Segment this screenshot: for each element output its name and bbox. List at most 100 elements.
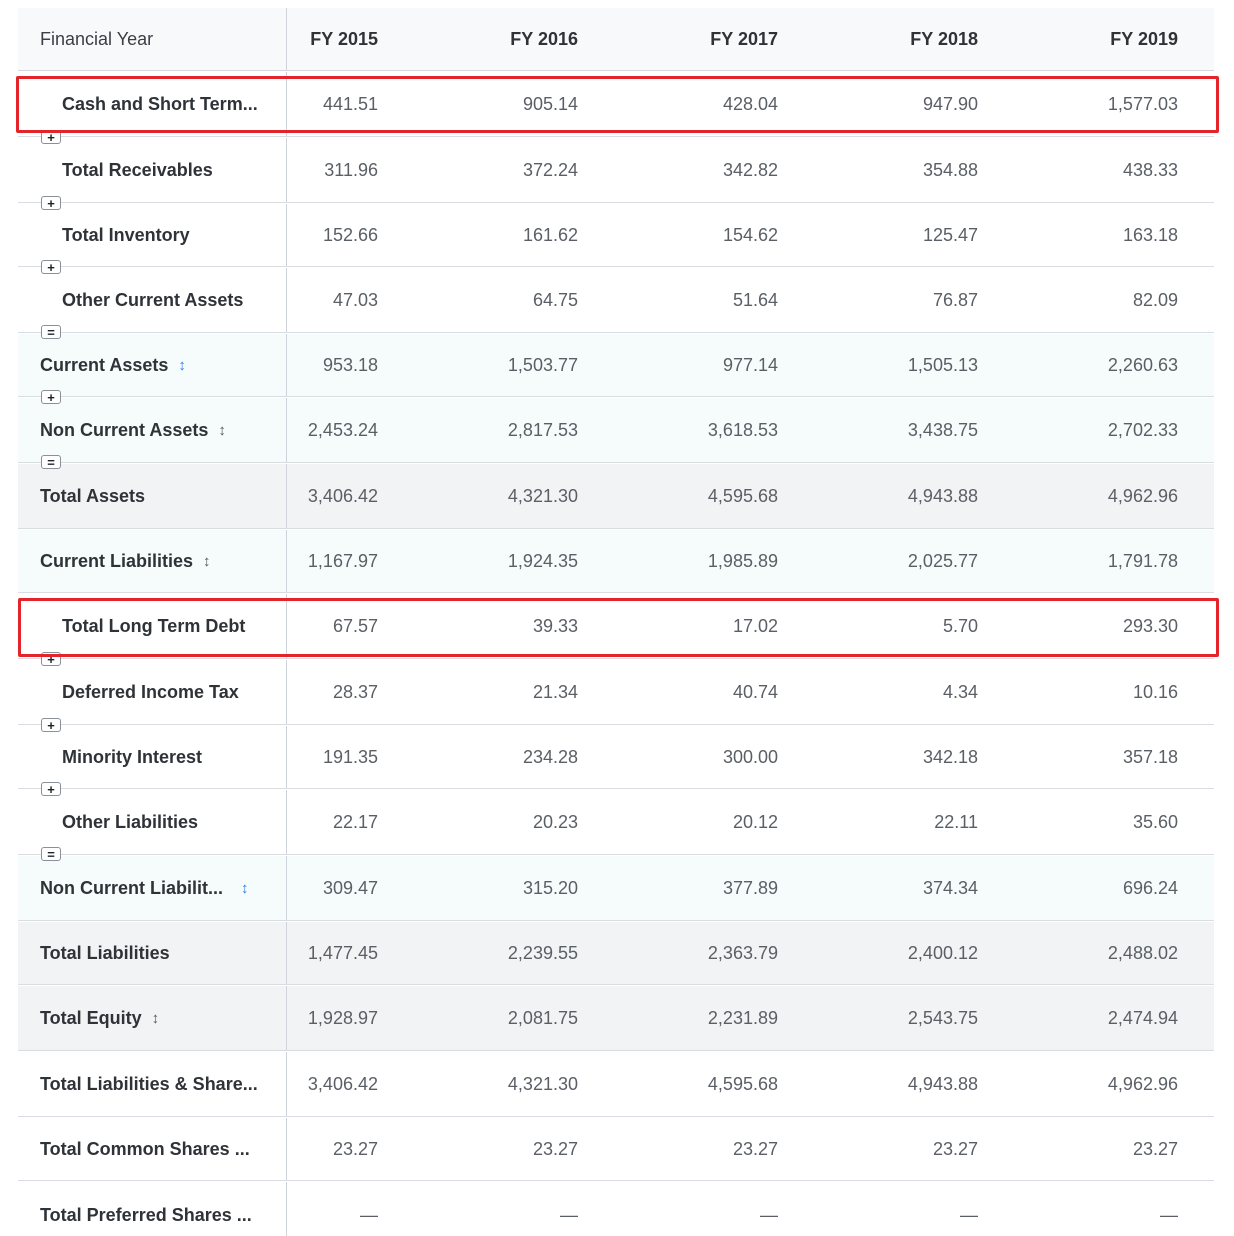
plus-operator-icon: + (41, 782, 61, 796)
row-deferred-income-tax: Deferred Income Tax 28.37 21.34 40.74 4.… (18, 660, 1214, 725)
row-label[interactable]: Current Assets (18, 355, 168, 376)
row-value: 977.14 (722, 354, 778, 375)
row-value: 22.17 (332, 811, 378, 832)
row-value: 64.75 (532, 289, 578, 310)
row-current-assets[interactable]: Current Assets ↕ 953.18 1,503.77 977.14 1… (18, 334, 1214, 397)
row-value: 3,406.42 (307, 485, 378, 506)
table-header-row: Financial Year FY 2015 FY 2016 FY 2017 F… (18, 8, 1214, 71)
header-year[interactable]: FY 2017 (596, 8, 796, 70)
row-label[interactable]: Total Equity (18, 1008, 142, 1029)
header-year[interactable]: FY 2018 (796, 8, 996, 70)
row-value: 315.20 (522, 877, 578, 898)
row-value: 2,453.24 (307, 419, 378, 440)
row-value: 2,363.79 (707, 942, 778, 963)
row-value: 40.74 (732, 681, 778, 702)
row-label[interactable]: Non Current Liabilit... (18, 878, 223, 899)
row-value: — (760, 1204, 778, 1225)
row-value: 163.18 (1122, 224, 1178, 245)
row-value: 1,791.78 (1107, 550, 1178, 571)
row-value: 1,985.89 (707, 550, 778, 571)
plus-operator-icon: + (41, 260, 61, 274)
row-current-liabilities[interactable]: Current Liabilities ↕ 1,167.97 1,924.35 1… (18, 530, 1214, 593)
row-value: 4,962.96 (1107, 485, 1178, 506)
row-value: 23.27 (532, 1138, 578, 1159)
expand-collapse-icon[interactable]: ↕ (152, 1011, 160, 1026)
header-label: Financial Year (40, 28, 154, 49)
row-other-liabilities: Other Liabilities 22.17 20.23 20.12 22.1… (18, 790, 1214, 855)
row-value: 4,321.30 (507, 485, 578, 506)
row-label[interactable]: Non Current Assets (18, 420, 208, 441)
row-total-assets: Total Assets 3,406.42 4,321.30 4,595.68 … (18, 464, 1214, 529)
row-value: 10.16 (1132, 681, 1178, 702)
row-value: 372.24 (522, 159, 578, 180)
row-value: 3,438.75 (907, 419, 978, 440)
row-value: 1,167.97 (307, 550, 378, 571)
plus-operator-icon: + (41, 652, 61, 666)
row-value: 2,025.77 (907, 550, 978, 571)
row-value: 47.03 (332, 289, 378, 310)
row-value: 1,503.77 (507, 354, 578, 375)
row-value: 234.28 (522, 746, 578, 767)
row-value: 67.57 (332, 615, 378, 636)
row-value: 191.35 (322, 746, 378, 767)
row-total-receivables: Total Receivables 311.96 372.24 342.82 3… (18, 138, 1214, 203)
row-total-liabilities-shareholders-equity: Total Liabilities & Share... 3,406.42 4,… (18, 1052, 1214, 1117)
row-value: 2,260.63 (1107, 354, 1178, 375)
row-non-current-assets[interactable]: Non Current Assets ↕ 2,453.24 2,817.53 3,… (18, 398, 1214, 463)
row-value: 1,505.13 (907, 354, 978, 375)
row-total-inventory: Total Inventory 152.66 161.62 154.62 125… (18, 204, 1214, 267)
row-value: 2,817.53 (507, 419, 578, 440)
row-value: 2,474.94 (1107, 1007, 1178, 1028)
equals-operator-icon: = (41, 325, 61, 339)
row-value: 39.33 (532, 615, 578, 636)
row-value: 17.02 (732, 615, 778, 636)
row-value: 3,406.42 (307, 1073, 378, 1094)
row-value: 2,231.89 (707, 1007, 778, 1028)
row-label[interactable]: Total Inventory (18, 225, 190, 246)
row-value: 4,962.96 (1107, 1073, 1178, 1094)
row-non-current-liabilities[interactable]: Non Current Liabilit... ↕ 309.47 315.20 3… (18, 856, 1214, 921)
row-value: — (1160, 1204, 1178, 1225)
row-value: 1,477.45 (307, 942, 378, 963)
balance-sheet-table: Financial Year FY 2015 FY 2016 FY 2017 F… (18, 8, 1214, 1236)
row-total-common-shares: Total Common Shares ... 23.27 23.27 23.2… (18, 1118, 1214, 1181)
row-label[interactable]: Total Liabilities (18, 943, 170, 964)
row-value: 5.70 (942, 615, 978, 636)
row-value: 4,943.88 (907, 1073, 978, 1094)
row-value: 300.00 (722, 746, 778, 767)
row-value: 23.27 (932, 1138, 978, 1159)
header-year[interactable]: FY 2016 (396, 8, 596, 70)
row-value: 82.09 (1132, 289, 1178, 310)
row-value: 20.12 (732, 811, 778, 832)
row-label[interactable]: Total Assets (18, 486, 145, 507)
row-value: 2,081.75 (507, 1007, 578, 1028)
row-total-preferred-shares: Total Preferred Shares ... — — — — — (18, 1182, 1214, 1236)
row-value: 23.27 (732, 1138, 778, 1159)
row-value: 953.18 (322, 354, 378, 375)
row-value: 3,618.53 (707, 419, 778, 440)
expand-collapse-icon[interactable]: ↕ (178, 358, 186, 373)
row-label[interactable]: Minority Interest (18, 747, 202, 768)
row-value: 51.64 (732, 289, 778, 310)
row-value: 22.11 (934, 811, 978, 832)
row-total-liabilities: Total Liabilities 1,477.45 2,239.55 2,36… (18, 922, 1214, 985)
row-total-long-term-debt: Total Long Term Debt 67.57 39.33 17.02 5… (18, 594, 1214, 659)
header-year[interactable]: FY 2015 (196, 8, 396, 70)
row-label[interactable]: Total Receivables (18, 160, 213, 181)
row-value: 21.34 (532, 681, 578, 702)
row-value: 28.37 (332, 681, 378, 702)
plus-operator-icon: + (41, 130, 61, 144)
row-value: 357.18 (1122, 746, 1178, 767)
row-value: 35.60 (1132, 811, 1178, 832)
row-total-equity[interactable]: Total Equity ↕ 1,928.97 2,081.75 2,231.89… (18, 986, 1214, 1051)
row-value: 23.27 (1132, 1138, 1178, 1159)
header-year[interactable]: FY 2019 (996, 8, 1196, 70)
row-value: 4,943.88 (907, 485, 978, 506)
row-value: 441.51 (322, 93, 378, 114)
row-value: 1,924.35 (507, 550, 578, 571)
row-value: 4.34 (942, 681, 978, 702)
row-label[interactable]: Other Liabilities (18, 812, 198, 833)
row-value: 20.23 (532, 811, 578, 832)
row-label[interactable]: Current Liabilities (18, 551, 193, 572)
row-value: 947.90 (922, 93, 978, 114)
